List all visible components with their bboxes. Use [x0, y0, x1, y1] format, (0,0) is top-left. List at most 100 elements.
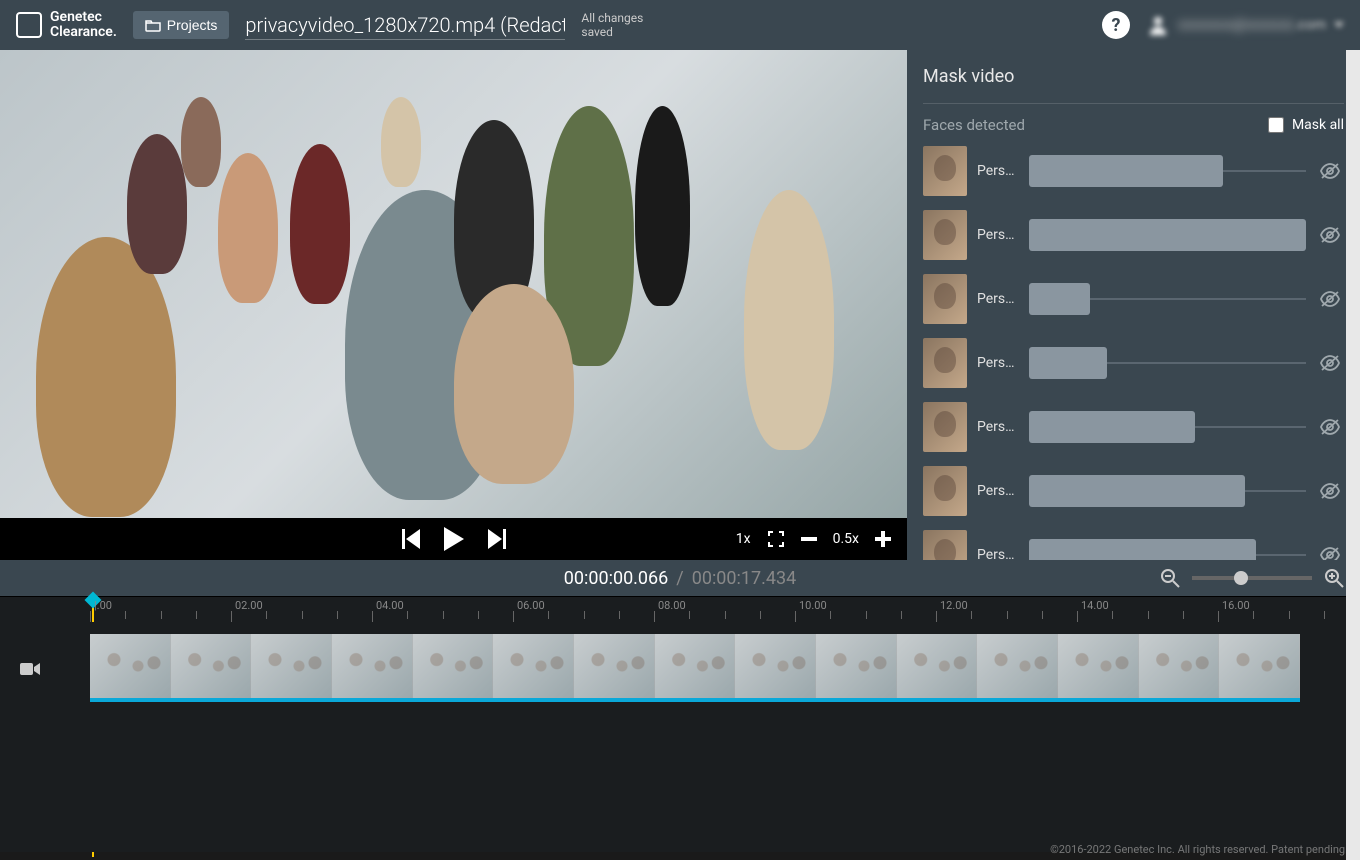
- face-row[interactable]: Pers…: [923, 530, 1344, 560]
- speed-alt[interactable]: 0.5x: [833, 531, 859, 547]
- face-thumbnail[interactable]: [923, 530, 967, 560]
- face-track[interactable]: [1029, 298, 1306, 300]
- eye-off-icon: [1320, 163, 1340, 179]
- mask-all-label: Mask all: [1292, 117, 1344, 133]
- zoom-slider-thumb[interactable]: [1234, 571, 1248, 585]
- face-label: Pers…: [977, 547, 1019, 560]
- projects-label: Projects: [167, 17, 218, 33]
- ruler-label: 06.00: [517, 599, 545, 612]
- folder-open-icon: [145, 18, 161, 32]
- face-row[interactable]: Pers…: [923, 466, 1344, 516]
- visibility-toggle-button[interactable]: [1316, 159, 1344, 183]
- eye-off-icon: [1320, 227, 1340, 243]
- time-display: 00:00:00.066 / 00:00:17.434: [0, 560, 1360, 596]
- face-thumbnail[interactable]: [923, 402, 967, 452]
- ruler-label: 04.00: [376, 599, 404, 612]
- help-button[interactable]: ?: [1102, 11, 1130, 39]
- logo-icon: [16, 12, 42, 38]
- face-row[interactable]: Pers…: [923, 146, 1344, 196]
- save-status: All changes saved: [581, 11, 643, 40]
- face-label: Pers…: [977, 227, 1019, 243]
- face-thumbnail[interactable]: [923, 466, 967, 516]
- visibility-toggle-button[interactable]: [1316, 543, 1344, 560]
- minus-icon: [801, 537, 817, 541]
- zoom-in-video-button[interactable]: [875, 531, 891, 547]
- projects-button[interactable]: Projects: [133, 11, 230, 39]
- fit-button[interactable]: [767, 530, 785, 548]
- face-label: Pers…: [977, 355, 1019, 371]
- ruler-label: 10.00: [799, 599, 827, 612]
- face-track[interactable]: [1029, 426, 1306, 428]
- time-sep: /: [676, 568, 683, 589]
- video-frame[interactable]: [0, 50, 907, 518]
- eye-off-icon: [1320, 291, 1340, 307]
- skip-back-icon: [402, 529, 420, 549]
- mask-all-toggle[interactable]: Mask all: [1268, 117, 1344, 133]
- ruler-label: 16.00: [1222, 599, 1250, 612]
- face-label: Pers…: [977, 163, 1019, 179]
- app-logo: Genetec Clearance.: [16, 10, 117, 41]
- skip-forward-icon: [488, 529, 506, 549]
- timeline-zoom-in-button[interactable]: [1324, 568, 1344, 588]
- face-thumbnail[interactable]: [923, 274, 967, 324]
- app-header: Genetec Clearance. Projects privacyvideo…: [0, 0, 1360, 50]
- help-icon: ?: [1111, 15, 1120, 36]
- logo-line2: Clearance.: [50, 25, 117, 40]
- face-row[interactable]: Pers…: [923, 338, 1344, 388]
- time-current: 00:00:00.066: [564, 568, 669, 589]
- face-row[interactable]: Pers…: [923, 274, 1344, 324]
- timeline-ruler[interactable]: |.00 02.00 04.00 06.00 08.00 10.00 12.00 14.00 1…: [0, 596, 1360, 622]
- face-track[interactable]: [1029, 362, 1306, 364]
- timeline-zoom-out-button[interactable]: [1160, 568, 1180, 588]
- face-row[interactable]: Pers…: [923, 210, 1344, 260]
- mask-panel: Mask video Faces detected Mask all Pers……: [907, 50, 1360, 560]
- ruler-label: 14.00: [1081, 599, 1109, 612]
- speed-current[interactable]: 1x: [736, 531, 751, 547]
- mask-all-checkbox[interactable]: [1268, 117, 1284, 133]
- eye-off-icon: [1320, 483, 1340, 499]
- face-track[interactable]: [1029, 234, 1306, 236]
- user-icon: [1146, 13, 1170, 37]
- scrollbar[interactable]: [1346, 50, 1360, 860]
- ruler-label: 08.00: [658, 599, 686, 612]
- prev-frame-button[interactable]: [402, 529, 420, 549]
- user-menu[interactable]: xxxxxxxx@xxxxxxx.com: [1146, 13, 1344, 37]
- footer-copyright: ©2016-2022 Genetec Inc. All rights reser…: [1050, 843, 1348, 856]
- user-email: xxxxxxxx@xxxxxxx.com: [1178, 17, 1326, 33]
- video-controls: 1x 0.5x: [0, 518, 907, 560]
- face-thumbnail[interactable]: [923, 338, 967, 388]
- visibility-toggle-button[interactable]: [1316, 415, 1344, 439]
- face-thumbnail[interactable]: [923, 210, 967, 260]
- visibility-toggle-button[interactable]: [1316, 287, 1344, 311]
- fit-icon: [767, 530, 785, 548]
- face-track[interactable]: [1029, 490, 1306, 492]
- ruler-label: 02.00: [235, 599, 263, 612]
- play-button[interactable]: [444, 527, 464, 551]
- next-frame-button[interactable]: [488, 529, 506, 549]
- ruler-label: |.00: [94, 599, 112, 612]
- video-track-icon: [20, 662, 40, 676]
- timeline-zoom-slider[interactable]: [1192, 576, 1312, 580]
- video-track-strip[interactable]: [90, 634, 1300, 702]
- face-label: Pers…: [977, 291, 1019, 307]
- face-label: Pers…: [977, 483, 1019, 499]
- panel-title: Mask video: [923, 66, 1344, 87]
- visibility-toggle-button[interactable]: [1316, 223, 1344, 247]
- logo-line1: Genetec: [50, 10, 117, 25]
- visibility-toggle-button[interactable]: [1316, 351, 1344, 375]
- face-track[interactable]: [1029, 170, 1306, 172]
- time-total: 00:00:17.434: [692, 568, 797, 589]
- plus-icon: [875, 531, 891, 547]
- zoom-out-video-button[interactable]: [801, 537, 817, 541]
- face-thumbnail[interactable]: [923, 146, 967, 196]
- face-track[interactable]: [1029, 554, 1306, 556]
- play-icon: [444, 527, 464, 551]
- faces-list: Pers… Pers… Pers… Pers… Pers: [923, 146, 1344, 560]
- ruler-label: 12.00: [940, 599, 968, 612]
- filename[interactable]: privacyvideo_1280x720.mp4 (Redacted): [245, 11, 565, 40]
- eye-off-icon: [1320, 355, 1340, 371]
- timeline-tracks[interactable]: [0, 622, 1360, 852]
- visibility-toggle-button[interactable]: [1316, 479, 1344, 503]
- face-row[interactable]: Pers…: [923, 402, 1344, 452]
- eye-off-icon: [1320, 547, 1340, 560]
